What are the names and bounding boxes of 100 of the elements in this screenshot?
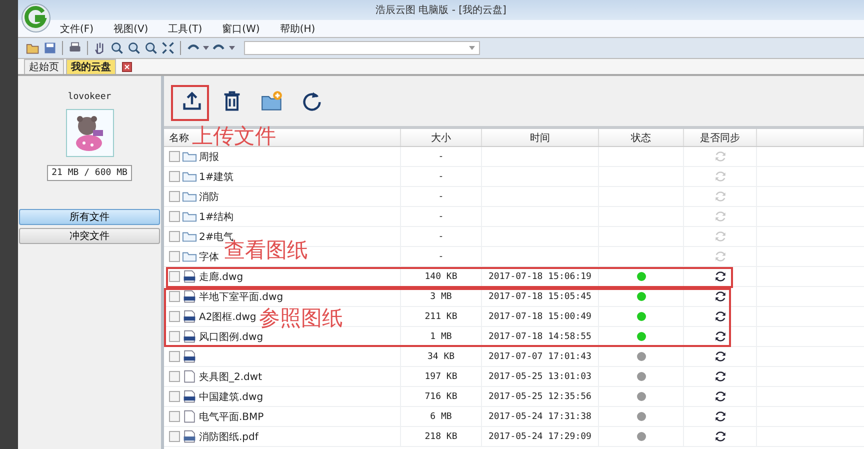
menu-item[interactable]: 文件(F) <box>60 22 94 36</box>
size-cell: 34 KB <box>427 352 455 362</box>
checkbox[interactable] <box>169 431 180 442</box>
time-cell: 2017-07-18 14:58:55 <box>488 332 592 342</box>
checkbox[interactable] <box>169 311 180 322</box>
checkbox[interactable] <box>169 231 180 242</box>
file-name[interactable]: 1#结构 <box>199 210 234 224</box>
window-title: 浩辰云图 电脑版 - [我的云盘] <box>376 4 506 17</box>
sync-icon[interactable] <box>714 310 726 323</box>
folder-icon <box>182 190 197 203</box>
folder-icon <box>182 210 197 223</box>
file-icon <box>182 410 197 423</box>
checkbox[interactable] <box>169 291 180 302</box>
size-cell: 218 KB <box>424 432 458 442</box>
menu-item[interactable]: 帮助(H) <box>280 22 316 36</box>
column-header[interactable]: 状态 <box>631 130 651 144</box>
dropdown-icon[interactable] <box>203 46 209 50</box>
zoom-icon[interactable] <box>144 41 158 55</box>
open-folder-icon[interactable] <box>26 41 40 55</box>
size-cell: 6 MB <box>430 412 452 422</box>
drawing-file-icon <box>182 270 197 283</box>
checkbox[interactable] <box>169 271 180 282</box>
file-name[interactable]: A2图框.dwg <box>199 310 256 324</box>
document-tab[interactable]: 我的云盘 <box>66 59 116 74</box>
checkbox[interactable] <box>169 351 180 362</box>
time-cell: 2017-05-24 17:31:38 <box>488 412 592 422</box>
column-header[interactable]: 时间 <box>530 130 550 144</box>
checkbox[interactable] <box>169 171 180 182</box>
annotation-label: 查看图纸 <box>224 240 308 261</box>
column-header[interactable]: 是否同步 <box>700 130 740 144</box>
checkbox[interactable] <box>169 211 180 222</box>
checkbox[interactable] <box>169 151 180 162</box>
file-name[interactable]: 电气平面.BMP <box>199 410 264 424</box>
sync-icon[interactable] <box>714 430 726 443</box>
time-cell: 2017-07-07 17:01:43 <box>488 352 592 362</box>
save-icon[interactable] <box>43 41 57 55</box>
dropdown-icon[interactable] <box>229 46 235 50</box>
file-name[interactable]: 中国建筑.dwg <box>199 390 264 404</box>
size-cell: - <box>438 232 444 242</box>
sync-icon[interactable] <box>714 330 726 343</box>
document-tab[interactable]: 起始页 <box>24 59 64 74</box>
menu-item[interactable]: 工具(T) <box>168 22 202 36</box>
time-cell: 2017-07-18 15:00:49 <box>488 312 592 322</box>
zoom-icon[interactable] <box>110 41 124 55</box>
size-cell: 716 KB <box>424 392 458 402</box>
close-icon[interactable] <box>122 62 132 72</box>
folder-icon <box>182 170 197 183</box>
highlight-frame <box>171 85 209 121</box>
folder-icon <box>182 230 197 243</box>
checkbox[interactable] <box>169 331 180 342</box>
checkbox[interactable] <box>169 251 180 262</box>
file-name[interactable]: 半地下室平面.dwg <box>199 290 284 304</box>
sync-icon[interactable] <box>714 390 726 403</box>
drawing-file-icon <box>182 310 197 323</box>
size-cell: - <box>438 252 444 262</box>
file-name[interactable]: 字体 <box>199 250 219 264</box>
file-name[interactable]: 消防图纸.pdf <box>199 430 258 444</box>
size-cell: 211 KB <box>424 312 458 322</box>
checkbox[interactable] <box>169 411 180 422</box>
sidebar-button[interactable]: 所有文件 <box>19 209 160 225</box>
menu-item[interactable]: 视图(V) <box>114 22 148 36</box>
folder-icon <box>182 150 197 163</box>
file-name[interactable]: 消防 <box>199 190 219 204</box>
sync-icon[interactable] <box>714 290 726 303</box>
time-cell: 2017-07-18 15:05:45 <box>488 292 592 302</box>
sync-icon[interactable] <box>714 410 726 423</box>
size-cell: - <box>438 212 444 222</box>
zoom-icon[interactable] <box>127 41 141 55</box>
drawing-file-icon <box>182 290 197 303</box>
column-header[interactable]: 名称 <box>169 130 189 144</box>
time-cell: 2017-05-25 13:01:03 <box>488 372 592 382</box>
username: lovokeer <box>68 92 112 102</box>
size-cell: 3 MB <box>430 292 452 302</box>
file-name[interactable]: 夹具图_2.dwt <box>199 370 262 384</box>
time-cell: 2017-05-25 12:35:56 <box>488 392 592 402</box>
column-header[interactable]: 大小 <box>431 130 451 144</box>
sync-icon[interactable] <box>714 350 726 363</box>
file-name[interactable]: 风口图例.dwg <box>199 330 264 344</box>
storage-field: 21 MB / 600 MB <box>46 165 132 181</box>
drawing-file-icon <box>182 350 197 363</box>
sync-icon[interactable] <box>714 270 726 283</box>
folder-icon <box>182 250 197 263</box>
file-name[interactable]: 周报 <box>199 150 219 164</box>
sidebar-button[interactable]: 冲突文件 <box>19 228 160 244</box>
upload-icon[interactable] <box>181 90 203 112</box>
file-name[interactable]: 1#建筑 <box>199 170 234 184</box>
file-name[interactable]: 走廊.dwg <box>199 270 244 284</box>
checkbox[interactable] <box>169 391 180 402</box>
size-cell: 197 KB <box>424 372 458 382</box>
fit-screen-icon[interactable] <box>161 41 175 55</box>
dropdown-icon[interactable] <box>469 46 475 50</box>
annotation-label: 参照图纸 <box>259 308 343 329</box>
menu-item[interactable]: 窗口(W) <box>222 22 260 36</box>
checkbox[interactable] <box>169 371 180 382</box>
drawing-file-icon <box>182 390 197 403</box>
checkbox[interactable] <box>169 191 180 202</box>
folder-plus-icon[interactable] <box>261 90 283 112</box>
refresh-icon[interactable] <box>301 90 323 112</box>
annotation-label: 上传文件 <box>192 126 276 147</box>
sync-icon[interactable] <box>714 370 726 383</box>
